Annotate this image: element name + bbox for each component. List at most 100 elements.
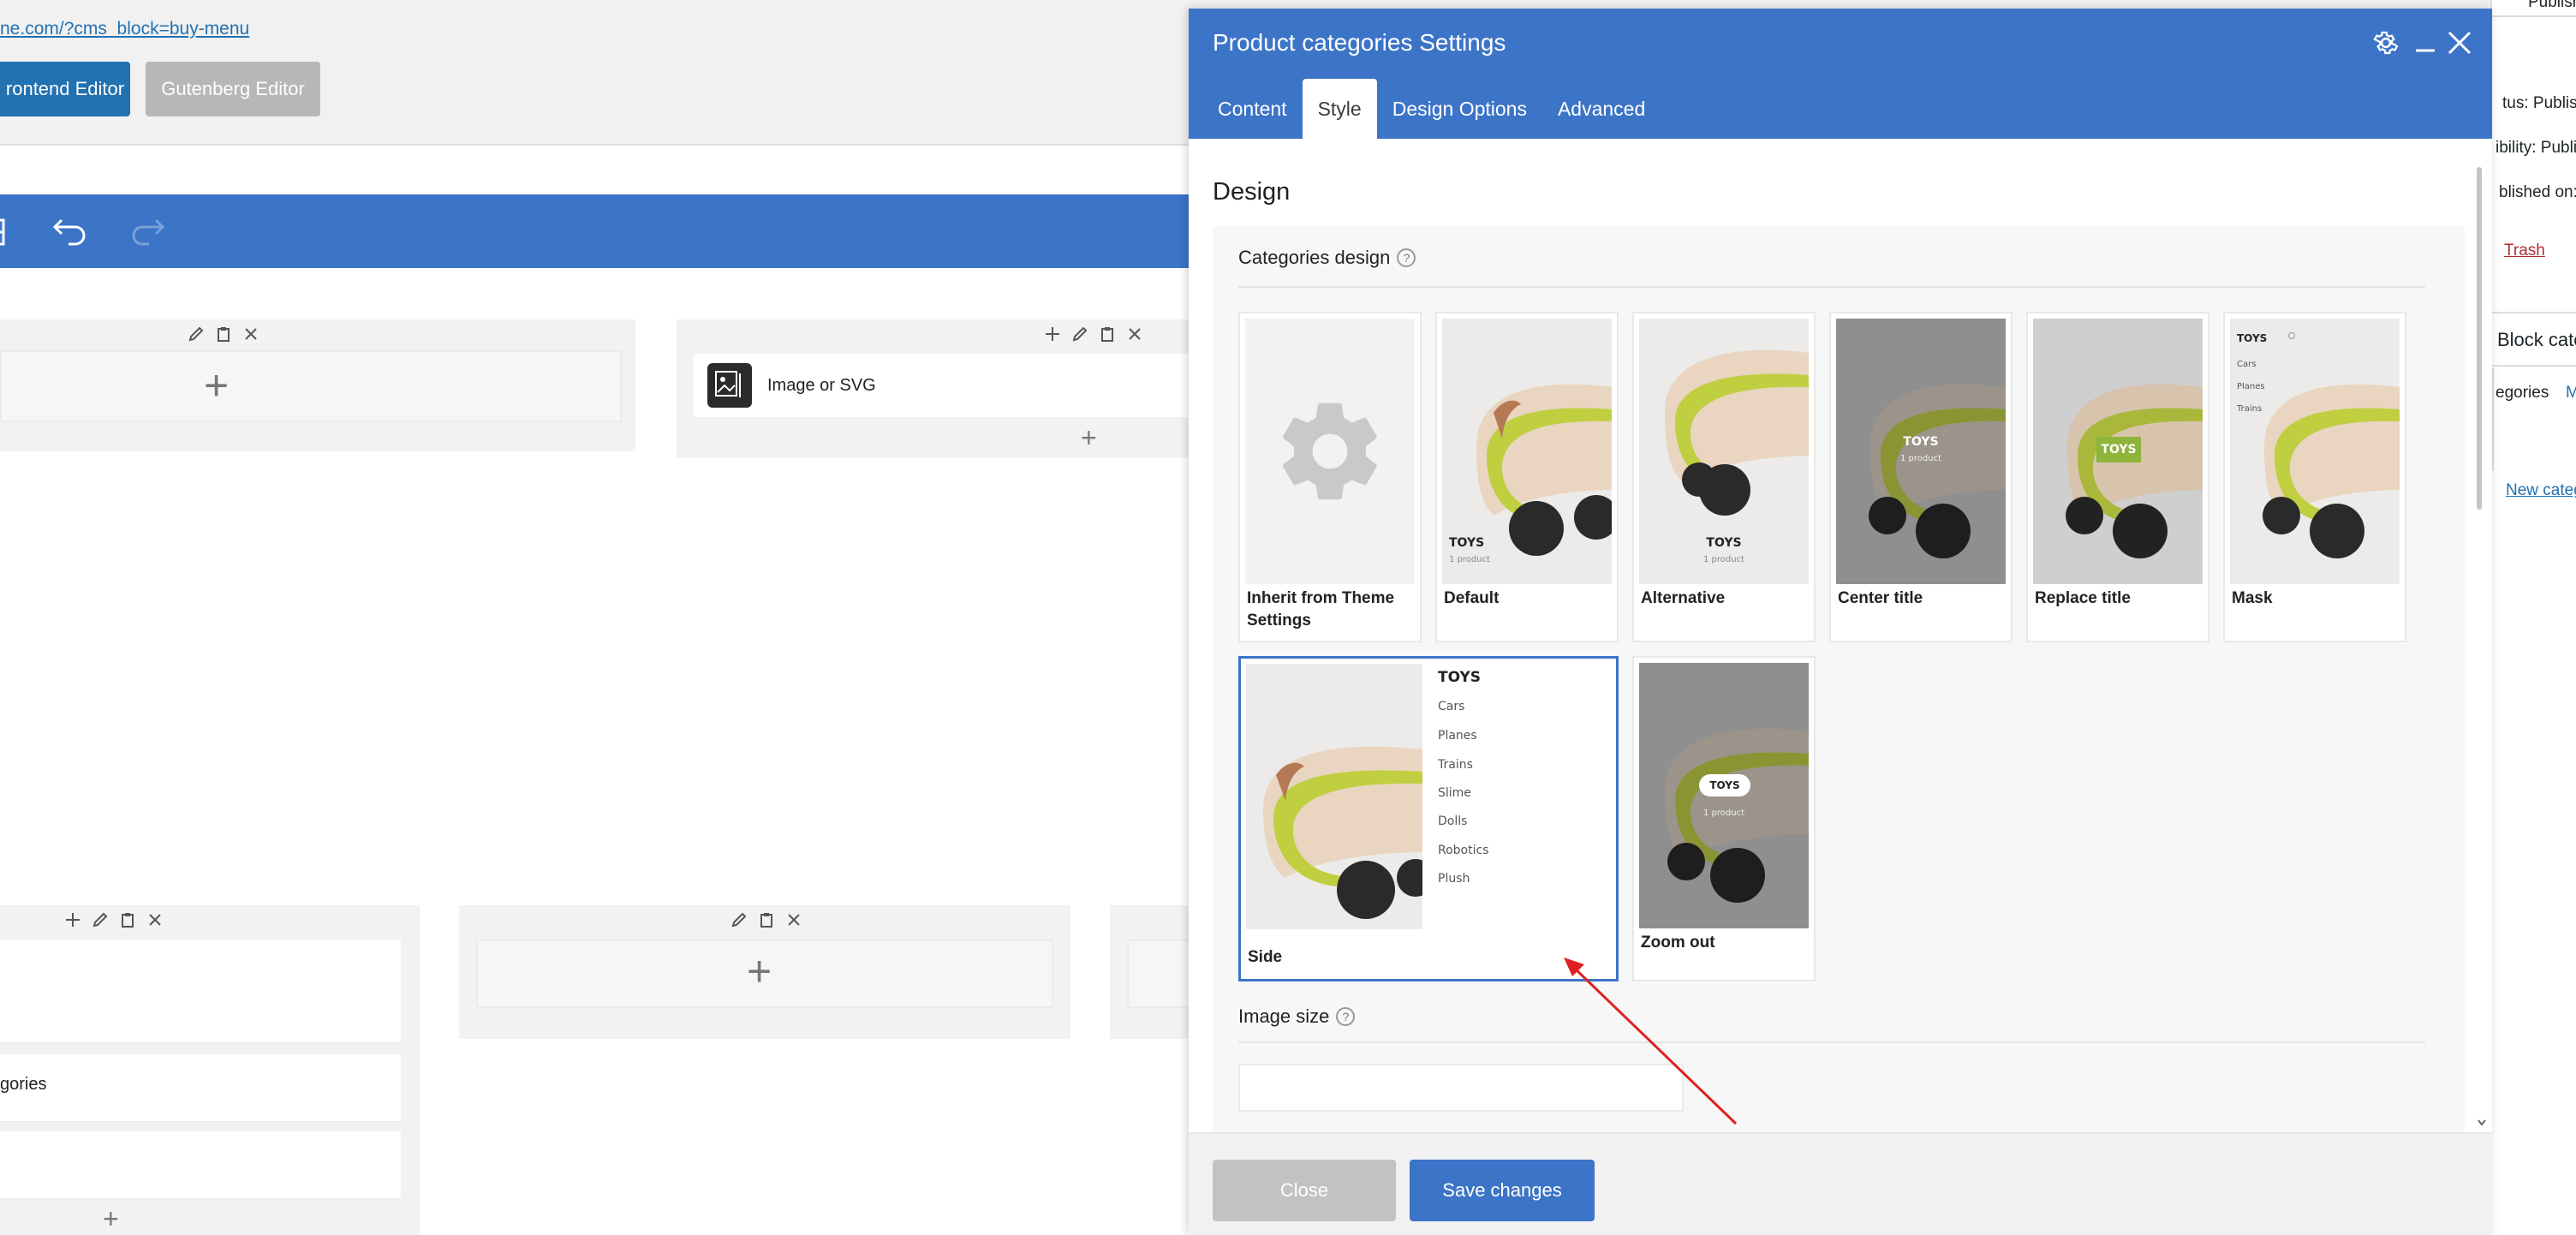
design-option-inherit[interactable]: Inherit from Theme Settings [1238, 312, 1422, 642]
design-option-replace-title[interactable]: TOYS Replace title [2026, 312, 2209, 642]
divider [2492, 368, 2494, 471]
element-row[interactable]: gories [0, 1054, 401, 1123]
layout-icon[interactable] [0, 213, 21, 251]
label-text: Categories design [1238, 247, 1391, 268]
element-label: Image or SVG [767, 375, 876, 395]
option-thumbnail: TOYS 1 product [1836, 319, 2006, 584]
close-icon[interactable] [784, 910, 803, 929]
redo-icon[interactable] [128, 213, 166, 251]
edit-icon[interactable] [91, 910, 110, 929]
close-icon[interactable] [146, 910, 164, 929]
plus-icon[interactable] [1043, 325, 1062, 343]
column-box [0, 350, 622, 422]
thumb-title: TOYS [2237, 332, 2268, 344]
thumb-count: 1 product [1702, 808, 1744, 818]
add-element-icon[interactable]: + [103, 1205, 119, 1232]
row-block: + [0, 319, 635, 451]
minimize-icon[interactable] [2408, 26, 2442, 60]
status-text: tus: Publish [2502, 94, 2576, 112]
edit-icon[interactable] [1070, 325, 1089, 343]
categories-design-label: Categories design ? [1238, 247, 1416, 269]
design-option-center-title[interactable]: TOYS 1 product Center title [1829, 312, 2012, 642]
add-element-icon[interactable]: + [747, 950, 772, 993]
permalink-link[interactable]: ne.com/?cms_block=buy-menu [0, 19, 249, 39]
edit-icon[interactable] [187, 325, 206, 343]
close-icon[interactable] [1125, 325, 1144, 343]
tab-style[interactable]: Style [1302, 79, 1377, 139]
option-thumbnail: TOYS Cars Planes Trains [2230, 319, 2400, 584]
design-option-mask[interactable]: TOYS Cars Planes Trains Mask [2223, 312, 2406, 642]
option-thumbnail: TOYS [2033, 319, 2203, 584]
save-changes-button[interactable]: Save changes [1410, 1160, 1595, 1221]
most-used-tab[interactable]: M [2566, 384, 2576, 403]
clipboard-icon[interactable] [214, 325, 233, 343]
modal-header: Product categories Settings Content Styl… [1189, 9, 2492, 139]
option-label: Side [1248, 948, 1283, 966]
row-block: + [459, 905, 1070, 1039]
chevron-down-icon[interactable] [2477, 1119, 2487, 1127]
frontend-editor-button[interactable]: rontend Editor [0, 62, 130, 116]
divider [2492, 312, 2576, 313]
close-icon[interactable] [2442, 26, 2477, 60]
toy-car-image [1246, 664, 1434, 929]
tab-design-options[interactable]: Design Options [1377, 79, 1542, 139]
option-thumbnail [1245, 319, 1415, 584]
row-controls [187, 325, 260, 343]
close-icon[interactable] [242, 325, 260, 343]
design-option-zoom-out[interactable]: TOYS 1 product Zoom out [1632, 656, 1816, 981]
image-size-label: Image size ? [1238, 1005, 1356, 1028]
help-icon[interactable]: ? [1397, 248, 1416, 267]
element-row[interactable] [0, 1131, 401, 1200]
option-label: Center title [1838, 589, 1923, 607]
divider [2492, 15, 2576, 17]
add-element-icon[interactable]: + [204, 364, 229, 407]
builder-canvas: + Image or SVG + gories + + [0, 268, 1190, 1235]
gutenberg-editor-button[interactable]: Gutenberg Editor [146, 62, 320, 116]
help-icon[interactable]: ? [1336, 1007, 1356, 1026]
row-block: gories + [0, 905, 420, 1235]
add-element-icon[interactable]: + [1081, 424, 1097, 451]
option-label: Zoom out [1641, 934, 1715, 952]
image-size-select[interactable] [1238, 1064, 1684, 1112]
edit-icon[interactable] [730, 910, 748, 929]
wp-settings-sidebar: Publish tus: Publish ibility: Publi blis… [2490, 0, 2576, 1235]
design-option-alternative[interactable]: TOYS 1 product Alternative [1632, 312, 1816, 642]
element-row[interactable] [0, 940, 401, 1044]
divider [2492, 365, 2576, 367]
add-new-category-link[interactable]: New categ [2506, 481, 2576, 500]
close-button[interactable]: Close [1213, 1160, 1396, 1221]
modal-footer: Close Save changes [1189, 1132, 2492, 1235]
design-panel: Categories design ? Inherit from Theme S… [1213, 226, 2465, 1132]
gear-icon [1283, 403, 1377, 500]
thumb-title: TOYS [1438, 669, 1481, 686]
option-thumbnail: TOYS Cars Planes Trains Slime Dolls Robo… [1246, 664, 1609, 929]
modal-scrollbar[interactable] [2475, 150, 2485, 1139]
categories-tab[interactable]: egories [2496, 384, 2549, 403]
clipboard-icon[interactable] [757, 910, 776, 929]
clipboard-icon[interactable] [118, 910, 137, 929]
thumb-count: 1 product [1899, 454, 1941, 463]
published-on-text: blished on: [2499, 183, 2576, 201]
tab-content[interactable]: Content [1202, 79, 1303, 139]
design-option-default[interactable]: TOYS 1 product Default [1435, 312, 1619, 642]
scrollbar-thumb[interactable] [2477, 167, 2482, 510]
divider [1238, 286, 2425, 288]
toy-car-image [1836, 319, 2006, 584]
image-element[interactable]: Image or SVG [694, 354, 1190, 417]
row-block: Image or SVG + [677, 319, 1190, 458]
publish-heading: Publish [2528, 0, 2576, 11]
tab-advanced[interactable]: Advanced [1542, 79, 1661, 139]
clipboard-icon[interactable] [1098, 325, 1117, 343]
move-to-trash-link[interactable]: Trash [2504, 242, 2545, 260]
design-option-side[interactable]: TOYS Cars Planes Trains Slime Dolls Robo… [1238, 656, 1619, 981]
undo-icon[interactable] [51, 213, 89, 251]
plus-icon[interactable] [63, 910, 82, 929]
gear-icon[interactable] [2369, 26, 2403, 60]
dot-icon [2288, 332, 2295, 339]
option-thumbnail: TOYS 1 product [1442, 319, 1612, 584]
thumb-list-item: Plush [1438, 872, 1470, 886]
thumb-title: TOYS [1903, 435, 1939, 449]
divider [1238, 1041, 2425, 1043]
thumb-title: TOYS [2096, 437, 2141, 462]
option-label: Alternative [1641, 589, 1726, 607]
